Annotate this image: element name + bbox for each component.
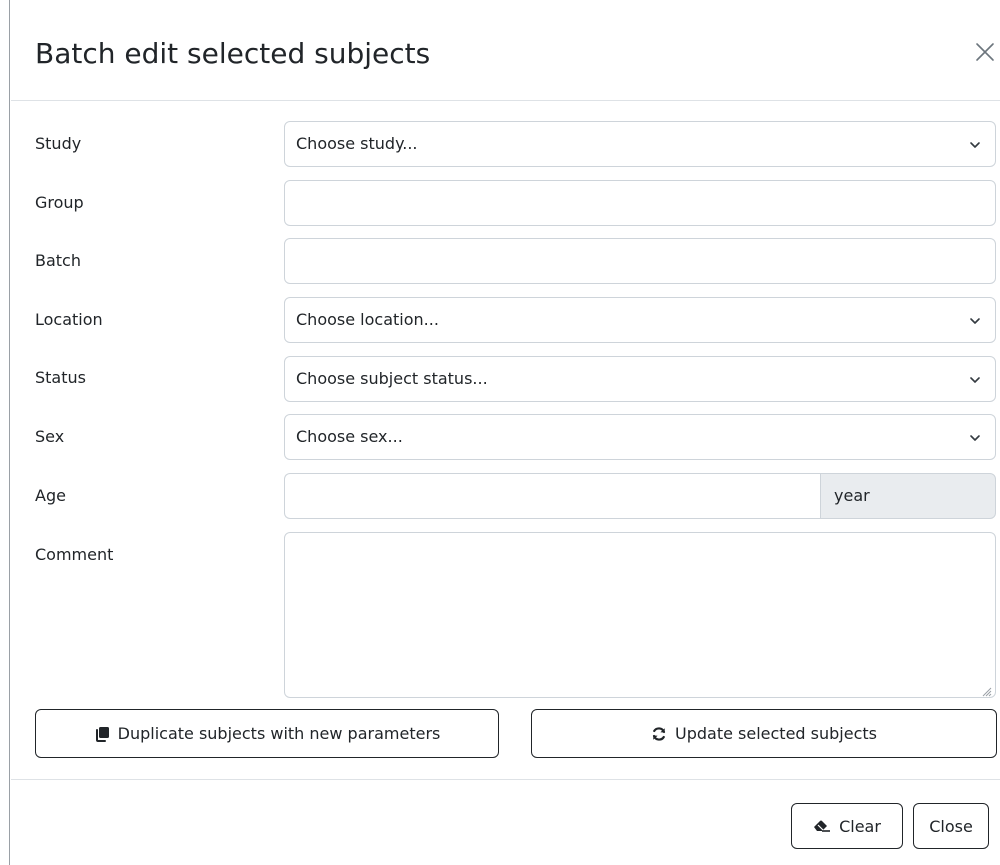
- location-select[interactable]: Choose location...: [284, 297, 996, 343]
- batch-edit-dialog: Batch edit selected subjects Study Choos…: [11, 0, 1000, 865]
- sex-select[interactable]: Choose sex...: [284, 414, 996, 460]
- close-button[interactable]: Close: [913, 803, 989, 849]
- age-unit-addon: year: [820, 473, 996, 519]
- chevron-down-icon: [969, 374, 981, 386]
- duplicate-subjects-label: Duplicate subjects with new parameters: [117, 724, 441, 743]
- chevron-down-icon: [969, 432, 981, 444]
- duplicate-subjects-button[interactable]: Duplicate subjects with new parameters: [35, 709, 499, 758]
- clear-button[interactable]: Clear: [791, 803, 903, 849]
- resize-grip-icon[interactable]: [980, 682, 992, 697]
- eraser-icon: [813, 819, 831, 833]
- study-select-value: Choose study...: [296, 134, 418, 153]
- sex-select-value: Choose sex...: [296, 427, 403, 446]
- status-label: Status: [35, 368, 86, 387]
- study-label: Study: [35, 134, 82, 153]
- location-select-value: Choose location...: [296, 310, 439, 329]
- status-select[interactable]: Choose subject status...: [284, 356, 996, 402]
- update-subjects-button[interactable]: Update selected subjects: [531, 709, 997, 758]
- age-label: Age: [35, 486, 66, 505]
- group-label: Group: [35, 193, 84, 212]
- update-subjects-label: Update selected subjects: [675, 724, 877, 743]
- age-unit-text: year: [834, 486, 870, 505]
- background-page-edge: [0, 0, 10, 865]
- clear-button-label: Clear: [839, 816, 881, 836]
- batch-label: Batch: [35, 251, 81, 270]
- comment-textarea[interactable]: [284, 532, 996, 698]
- close-icon[interactable]: [973, 40, 997, 64]
- copy-icon: [94, 726, 110, 742]
- group-input[interactable]: [284, 180, 996, 226]
- status-select-value: Choose subject status...: [296, 369, 488, 388]
- location-label: Location: [35, 310, 103, 329]
- sex-label: Sex: [35, 427, 65, 446]
- dialog-title: Batch edit selected subjects: [35, 37, 431, 70]
- dialog-footer: Clear Close: [11, 779, 1000, 865]
- study-select[interactable]: Choose study...: [284, 121, 996, 167]
- chevron-down-icon: [969, 315, 981, 327]
- batch-input[interactable]: [284, 238, 996, 284]
- age-input[interactable]: [284, 473, 820, 519]
- comment-label: Comment: [35, 545, 114, 564]
- close-button-label: Close: [929, 816, 973, 836]
- refresh-icon: [651, 726, 667, 742]
- age-input-group: year: [284, 473, 996, 519]
- chevron-down-icon: [969, 139, 981, 151]
- dialog-header: Batch edit selected subjects: [11, 0, 1000, 101]
